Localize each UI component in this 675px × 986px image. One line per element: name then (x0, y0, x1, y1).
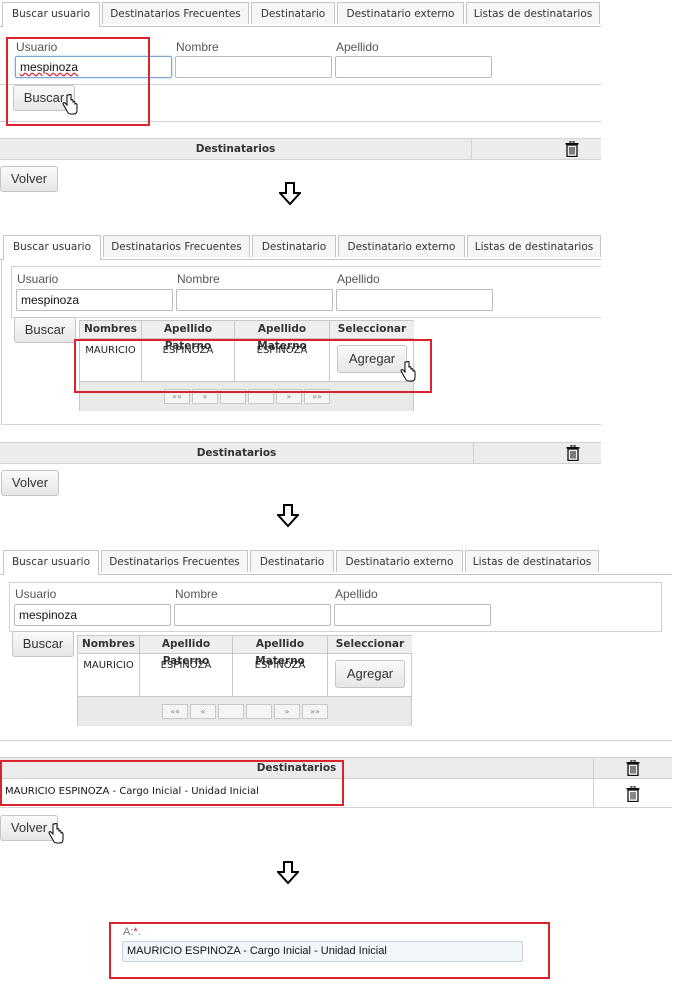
trash-icon[interactable] (626, 786, 640, 802)
col-apellido-paterno: Apellido Paterno (142, 321, 235, 352)
col-seleccionar: Seleccionar (330, 321, 414, 339)
tab-destinatarios-frecuentes[interactable]: Destinatarios Frecuentes (102, 2, 249, 24)
apellido-label: Apellido (337, 272, 380, 286)
nombre-label: Nombre (175, 587, 218, 601)
buscar-button[interactable]: Buscar (12, 631, 74, 657)
pager-last[interactable]: »» (302, 704, 328, 719)
down-arrow-icon (279, 182, 301, 206)
apellido-input[interactable] (335, 56, 492, 78)
usuario-label: Usuario (17, 272, 59, 286)
tab-buscar-usuario[interactable]: Buscar usuario (3, 235, 101, 260)
tab-listas-destinatarios[interactable]: Listas de destinatarios (467, 235, 601, 257)
tab-buscar-usuario[interactable]: Buscar usuario (2, 2, 100, 27)
cell-apellido-materno: ESPINOZA (233, 654, 328, 696)
hand-cursor-icon (62, 94, 78, 115)
destinatarios-header-label: Destinatarios (196, 447, 277, 459)
tab-bar: Buscar usuario Destinatarios Frecuentes … (0, 235, 601, 260)
pager-next[interactable]: » (274, 704, 300, 719)
nombre-input[interactable] (176, 289, 333, 311)
tab-buscar-usuario[interactable]: Buscar usuario (3, 550, 99, 575)
tab-destinatario-externo[interactable]: Destinatario externo (338, 235, 465, 257)
col-nombres: Nombres (78, 636, 140, 654)
trash-icon[interactable] (565, 141, 579, 157)
col-seleccionar: Seleccionar (328, 636, 412, 654)
tab-listas-destinatarios[interactable]: Listas de destinatarios (466, 2, 600, 24)
tab-destinatario[interactable]: Destinatario (252, 235, 336, 257)
down-arrow-icon (277, 504, 299, 528)
tab-bar: Buscar usuario Destinatarios Frecuentes … (0, 550, 672, 575)
cell-nombres: MAURICIO (78, 654, 140, 696)
nombre-input[interactable] (175, 56, 332, 78)
tab-destinatarios-frecuentes[interactable]: Destinatarios Frecuentes (101, 550, 248, 572)
col-nombres: Nombres (80, 321, 142, 339)
tab-destinatario[interactable]: Destinatario (251, 2, 335, 24)
volver-button[interactable]: Volver (1, 470, 59, 496)
nombre-input[interactable] (174, 604, 331, 626)
volver-button[interactable]: Volver (0, 166, 58, 192)
cell-apellido-paterno: ESPINOZA (140, 654, 233, 696)
pager-page-total[interactable] (246, 704, 272, 719)
usuario-input[interactable]: mespinoza (14, 604, 171, 626)
col-apellido-paterno: Apellido Paterno (140, 636, 233, 667)
tab-destinatario[interactable]: Destinatario (250, 550, 334, 572)
down-arrow-icon (277, 861, 299, 885)
trash-icon[interactable] (566, 445, 580, 461)
tab-destinatarios-frecuentes[interactable]: Destinatarios Frecuentes (103, 235, 250, 257)
col-apellido-materno: Apellido Materno (235, 321, 330, 352)
tab-bar: Buscar usuario Destinatarios Frecuentes … (0, 2, 601, 27)
trash-icon[interactable] (626, 760, 640, 776)
buscar-button[interactable]: Buscar (14, 317, 76, 343)
apellido-input[interactable] (336, 289, 493, 311)
tab-destinatario-externo[interactable]: Destinatario externo (336, 550, 463, 572)
apellido-label: Apellido (335, 587, 378, 601)
agregar-button[interactable]: Agregar (335, 660, 405, 688)
tab-destinatario-externo[interactable]: Destinatario externo (337, 2, 464, 24)
pager: «« « » »» (78, 696, 411, 726)
highlight-box (109, 922, 550, 979)
pager-page[interactable] (218, 704, 244, 719)
apellido-input[interactable] (334, 604, 491, 626)
col-apellido-materno: Apellido Materno (233, 636, 328, 667)
hand-cursor-icon (48, 823, 64, 844)
usuario-input[interactable]: mespinoza (16, 289, 173, 311)
apellido-label: Apellido (336, 40, 379, 54)
destinatarios-header: Destinatarios (0, 442, 601, 464)
pager-first[interactable]: «« (162, 704, 188, 719)
nombre-label: Nombre (176, 40, 219, 54)
highlight-box (0, 760, 344, 806)
destinatarios-header: Destinatarios (0, 138, 601, 160)
highlight-box (6, 37, 150, 126)
hand-cursor-icon (400, 361, 416, 382)
destinatarios-header-label: Destinatarios (195, 143, 276, 155)
usuario-label: Usuario (15, 587, 57, 601)
pager-prev[interactable]: « (190, 704, 216, 719)
highlight-box (74, 339, 432, 393)
tab-listas-destinatarios[interactable]: Listas de destinatarios (465, 550, 599, 572)
nombre-label: Nombre (177, 272, 220, 286)
